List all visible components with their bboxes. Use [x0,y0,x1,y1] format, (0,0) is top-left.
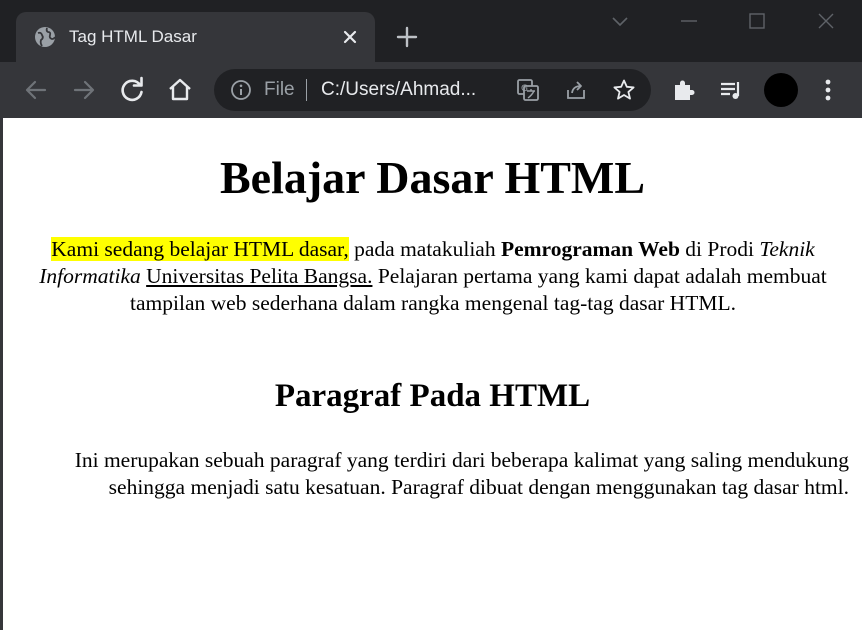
highlighted-text: Kami sedang belajar HTML dasar, [51,237,349,261]
minimize-icon[interactable] [676,8,702,34]
share-icon[interactable] [564,78,588,102]
page-viewport: Belajar Dasar HTML Kami sedang belajar H… [3,118,862,630]
address-separator [306,79,307,101]
address-bar[interactable]: File C:/Users/Ahmad... G [214,69,651,111]
site-info-icon[interactable] [230,79,252,101]
menu-kebab-icon[interactable] [814,76,842,104]
back-icon[interactable] [22,76,50,104]
browser-tab[interactable]: Tag HTML Dasar [16,12,375,62]
section-heading: Paragraf Pada HTML [274,378,591,414]
underlined-text: Universitas Pelita Bangsa. [146,264,373,288]
close-tab-icon[interactable] [338,25,362,49]
close-window-icon[interactable] [813,8,839,34]
svg-text:G: G [521,84,528,94]
page-title: Belajar Dasar HTML [219,152,646,203]
media-queue-icon[interactable] [718,76,746,104]
new-tab-icon[interactable] [394,24,420,50]
extensions-puzzle-icon[interactable] [670,76,698,104]
paragraph-text: di Prodi [679,237,760,261]
translate-icon[interactable]: G [516,78,540,102]
maximize-icon[interactable] [744,8,770,34]
intro-paragraph: Kami sedang belajar HTML dasar, pada mat… [31,236,835,317]
browser-toolbar: File C:/Users/Ahmad... G [0,62,862,118]
tab-search-chevron-icon[interactable] [607,8,633,34]
tab-title: Tag HTML Dasar [69,27,197,46]
paragraph-text: pada matakuliah [348,237,501,261]
forward-icon[interactable] [70,76,98,104]
url-scheme-label: File [264,79,295,100]
bold-text: Pemrograman Web [500,237,680,261]
profile-avatar[interactable] [764,73,798,107]
right-aligned-paragraph: Ini merupakan sebuah paragraf yang terdi… [74,448,849,499]
browser-title-bar: Tag HTML Dasar [0,0,862,62]
reload-icon[interactable] [118,76,146,104]
url-text[interactable]: C:/Users/Ahmad... [321,78,476,102]
globe-icon [35,27,56,47]
home-icon[interactable] [166,76,194,104]
bookmark-star-icon[interactable] [612,78,636,102]
